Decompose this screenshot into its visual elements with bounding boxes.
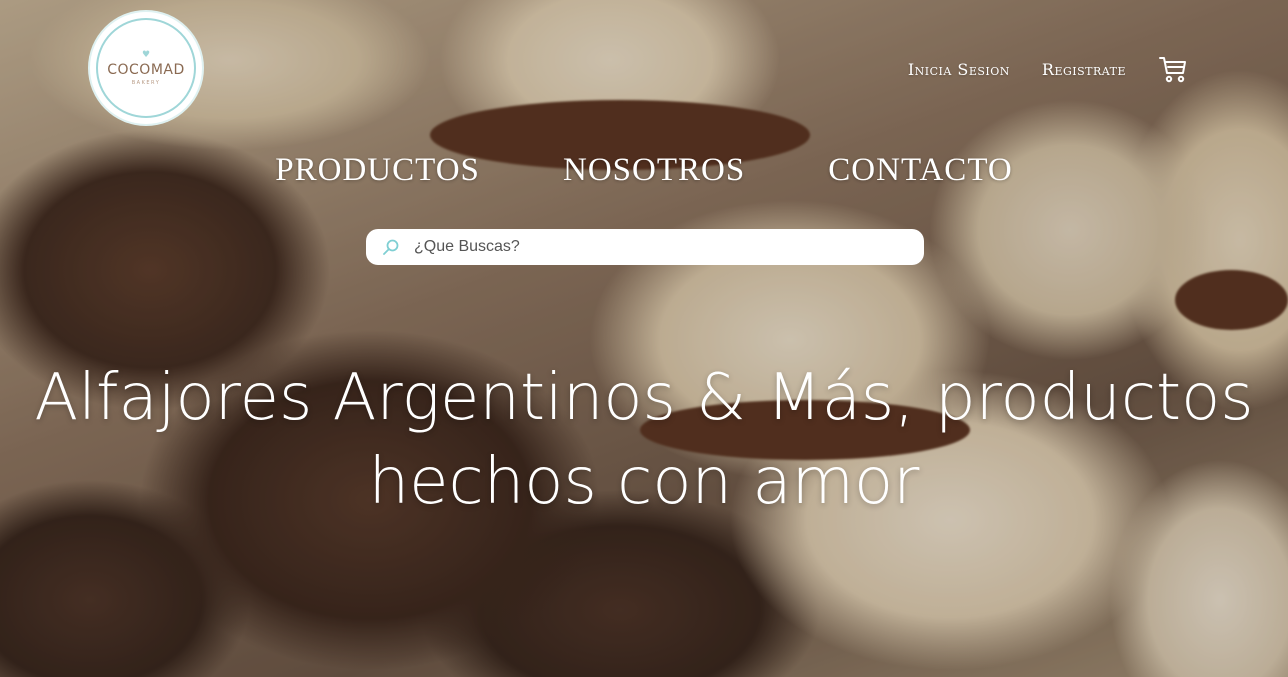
login-link[interactable]: Inicia Sesion	[908, 60, 1010, 79]
cocomad-logo[interactable]: ♥ COCOMAD BAKERY	[90, 12, 202, 124]
logo-subtitle: BAKERY	[131, 79, 161, 86]
hero-section: ♥ COCOMAD BAKERY Inicia Sesion Registrat…	[0, 0, 1288, 677]
logo-name: COCOMAD	[107, 61, 185, 78]
nav-item-nosotros[interactable]: NOSOTROS	[563, 152, 745, 189]
main-nav: PRODUCTOS NOSOTROS CONTACTO	[0, 152, 1288, 189]
hero-overlay	[0, 0, 1288, 677]
cart-icon[interactable]	[1158, 54, 1188, 84]
nav-item-contacto[interactable]: CONTACTO	[828, 152, 1012, 189]
search-bar[interactable]	[366, 229, 924, 265]
hero-headline-line-1: Alfajores Argentinos & Más, productos	[34, 361, 1254, 435]
search-icon[interactable]	[382, 238, 400, 256]
account-links: Inicia Sesion Registrate	[876, 54, 1188, 84]
hero-headline: Alfajores Argentinos & Más, productos he…	[0, 356, 1288, 524]
heart-icon: ♥	[141, 49, 151, 60]
search-input[interactable]	[414, 238, 894, 256]
hero-headline-line-2: hechos con amor	[368, 445, 920, 519]
logo-ring: ♥ COCOMAD BAKERY	[96, 18, 196, 118]
register-link[interactable]: Registrate	[1042, 60, 1126, 79]
nav-item-productos[interactable]: PRODUCTOS	[275, 152, 480, 189]
